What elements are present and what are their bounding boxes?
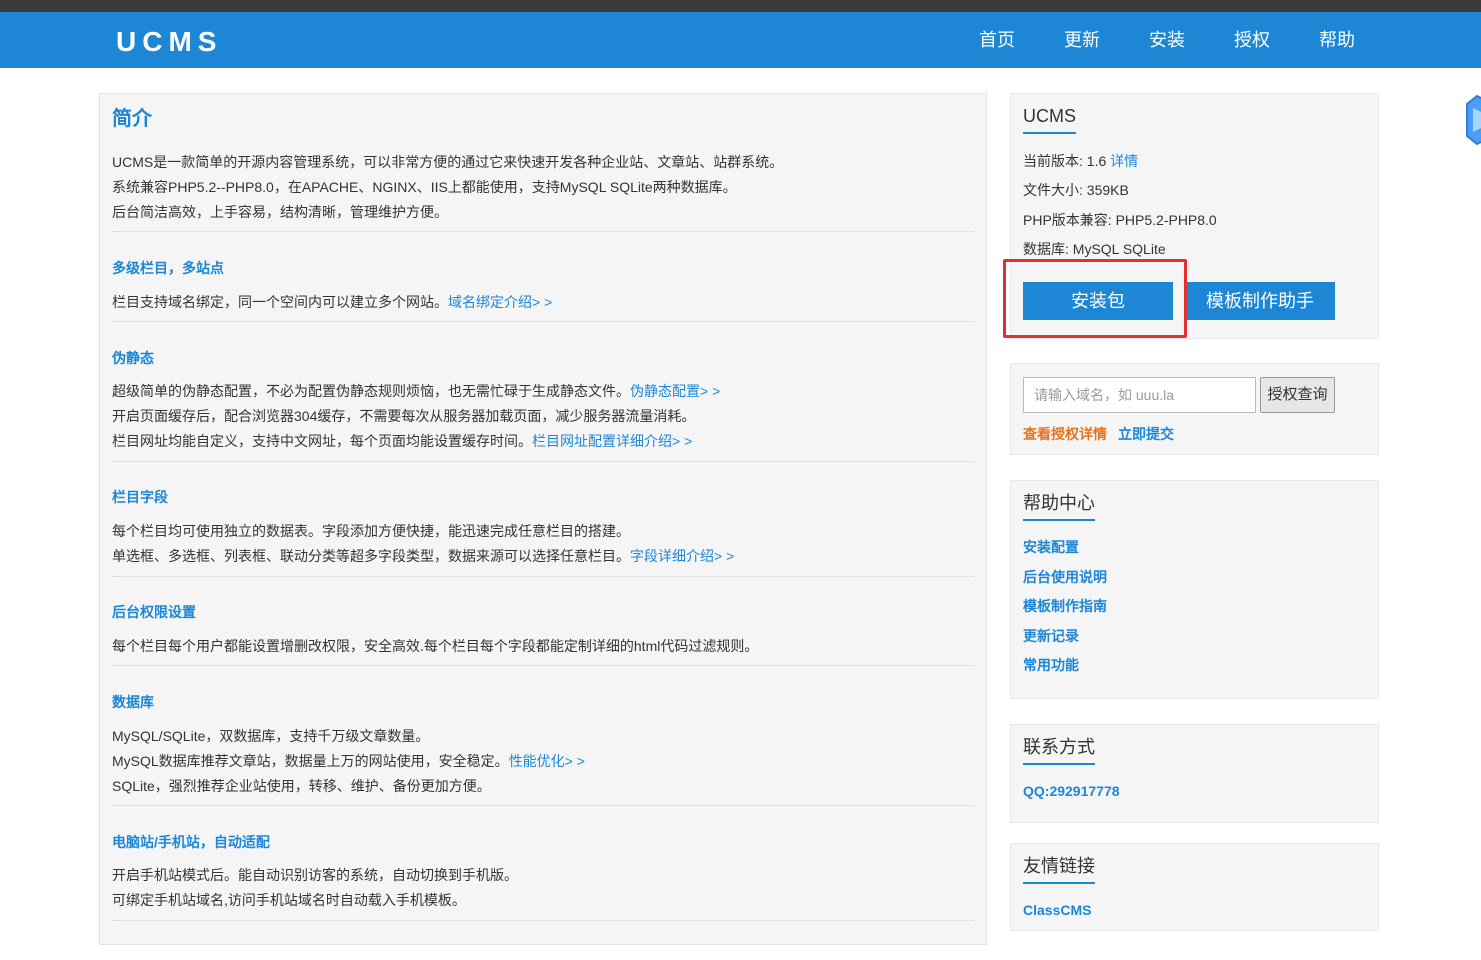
nav-license[interactable]: 授权 (1234, 12, 1270, 68)
section-line: 栏目网址均能自定义，支持中文网址，每个页面均能设置缓存时间。栏目网址配置详细介绍… (112, 433, 693, 449)
section-line: MySQL/SQLite，双数据库，支持千万级文章数量。 (112, 728, 430, 744)
help-link-template-guide[interactable]: 模板制作指南 (1023, 596, 1107, 616)
license-detail-link[interactable]: 查看授权详情 (1023, 424, 1107, 444)
site-header: UCMS 首页 更新 安装 授权 帮助 (0, 12, 1481, 68)
section-divider (112, 920, 974, 921)
version-detail-link[interactable]: 详情 (1110, 153, 1138, 169)
section-line: 开启页面缓存后，配合浏览器304缓存，不需要每次从服务器加载页面，减少服务器流量… (112, 408, 696, 424)
help-link-changelog[interactable]: 更新记录 (1023, 626, 1079, 646)
help-link-common-functions[interactable]: 常用功能 (1023, 655, 1079, 675)
file-size-line: 文件大小: 359KB (1023, 182, 1129, 198)
section-title-rewrite: 伪静态 (112, 350, 154, 366)
nav-home[interactable]: 首页 (979, 12, 1015, 68)
highlight-box (1003, 259, 1187, 338)
database-line: 数据库: MySQL SQLite (1023, 241, 1166, 257)
intro-line: UCMS是一款简单的开源内容管理系统，可以非常方便的通过它来快速开发各种企业站、… (112, 154, 784, 170)
intro-line: 系统兼容PHP5.2--PHP8.0，在APACHE、NGINX、IIS上都能使… (112, 179, 737, 195)
section-title-responsive: 电脑站/手机站，自动适配 (112, 834, 270, 850)
version-card-title: UCMS (1023, 104, 1076, 134)
section-divider (112, 321, 974, 322)
nav-install[interactable]: 安装 (1149, 12, 1185, 68)
help-card-title: 帮助中心 (1023, 491, 1095, 521)
contact-card: 联系方式 QQ:292917778 (1010, 724, 1379, 823)
php-compat-line: PHP版本兼容: PHP5.2-PHP8.0 (1023, 212, 1217, 228)
section-line: SQLite，强烈推荐企业站使用，转移、维护、备份更加方便。 (112, 778, 491, 794)
friend-link-classcms[interactable]: ClassCMS (1023, 900, 1091, 920)
section-line: 每个栏目每个用户都能设置增删改权限，安全高效.每个栏目每个字段都能定制详细的ht… (112, 638, 759, 654)
section-divider (112, 461, 974, 462)
nav-update[interactable]: 更新 (1064, 12, 1100, 68)
section-title-database: 数据库 (112, 694, 154, 710)
domain-binding-link[interactable]: 域名绑定介绍> > (448, 294, 552, 310)
intro-panel: 简介 UCMS是一款简单的开源内容管理系统，可以非常方便的通过它来快速开发各种企… (99, 93, 987, 945)
contact-card-title: 联系方式 (1023, 735, 1095, 765)
submit-now-link[interactable]: 立即提交 (1118, 424, 1174, 444)
friends-card-title: 友情链接 (1023, 854, 1095, 884)
section-divider (112, 576, 974, 577)
section-title-permissions: 后台权限设置 (112, 604, 196, 620)
section-line: 可绑定手机站域名,访问手机站域名时自动载入手机模板。 (112, 892, 466, 908)
friend-links-card: 友情链接 ClassCMS (1010, 843, 1379, 931)
help-link-admin-guide[interactable]: 后台使用说明 (1023, 567, 1107, 587)
version-line: 当前版本: 1.6 详情 (1023, 153, 1139, 169)
section-title-fields: 栏目字段 (112, 489, 168, 505)
section-line: 开启手机站模式后。能自动识别访客的系统，自动切换到手机版。 (112, 867, 518, 883)
browser-top-strip (0, 0, 1481, 12)
license-query-button[interactable]: 授权查询 (1260, 377, 1335, 413)
section-title-multisite: 多级栏目，多站点 (112, 260, 224, 276)
qq-contact-link[interactable]: QQ:292917778 (1023, 781, 1120, 801)
performance-link[interactable]: 性能优化> > (509, 753, 585, 769)
fields-detail-link[interactable]: 字段详细介绍> > (630, 548, 734, 564)
section-divider (112, 231, 974, 232)
template-helper-button[interactable]: 模板制作助手 (1185, 282, 1335, 320)
intro-line: 后台简洁高效，上手容易，结构清晰，管理维护方便。 (112, 204, 448, 220)
help-link-install-config[interactable]: 安装配置 (1023, 537, 1079, 557)
section-line: 单选框、多选框、列表框、联动分类等超多字段类型，数据来源可以选择任意栏目。字段详… (112, 548, 735, 564)
section-line: 栏目支持域名绑定，同一个空间内可以建立多个网站。域名绑定介绍> > (112, 294, 553, 310)
section-divider (112, 805, 974, 806)
floating-widget-icon[interactable] (1465, 94, 1481, 146)
section-line: 超级简单的伪静态配置，不必为配置伪静态规则烦恼，也无需忙碌于生成静态文件。伪静态… (112, 383, 721, 399)
domain-input[interactable] (1023, 377, 1256, 413)
help-center-card: 帮助中心 安装配置 后台使用说明 模板制作指南 更新记录 常用功能 (1010, 480, 1379, 699)
intro-title: 简介 (112, 108, 152, 130)
url-config-link[interactable]: 栏目网址配置详细介绍> > (532, 433, 692, 449)
nav-help[interactable]: 帮助 (1319, 12, 1355, 68)
site-logo[interactable]: UCMS (116, 26, 222, 58)
rewrite-config-link[interactable]: 伪静态配置> > (630, 383, 720, 399)
section-line: MySQL数据库推荐文章站，数据量上万的网站使用，安全稳定。性能优化> > (112, 753, 585, 769)
section-divider (112, 665, 974, 666)
section-line: 每个栏目均可使用独立的数据表。字段添加方便快捷，能迅速完成任意栏目的搭建。 (112, 523, 630, 539)
